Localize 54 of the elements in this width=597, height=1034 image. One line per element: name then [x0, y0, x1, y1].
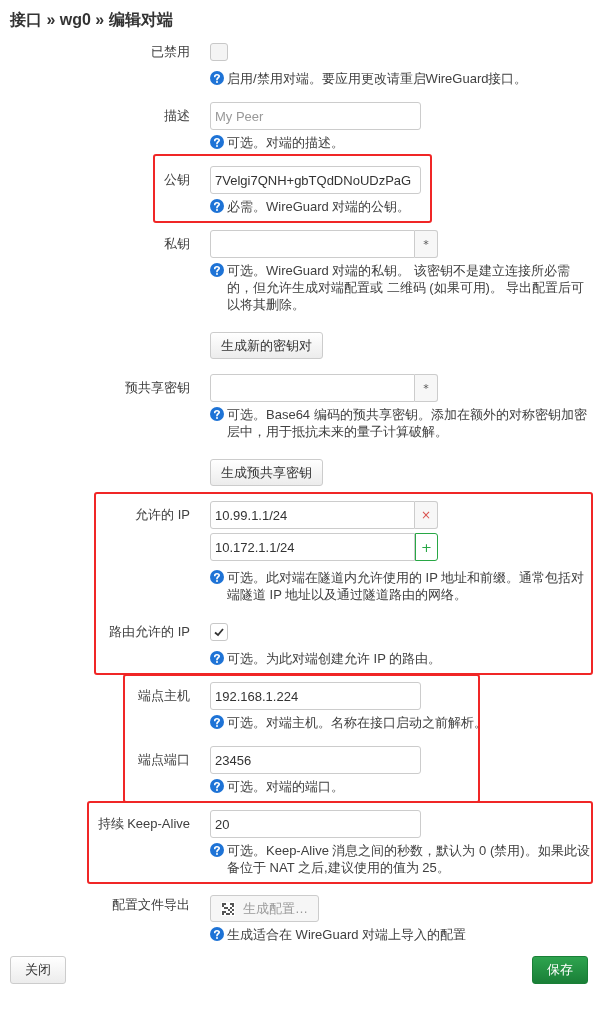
help-text: 可选。此对端在隧道内允许使用的 IP 地址和前缀。通常包括对端隧道 IP 地址以及通过隧道路由的网络。 — [227, 569, 586, 603]
input-field[interactable]: My Peer — [210, 102, 421, 130]
generate-button[interactable]: 生成新的密钥对 — [210, 332, 323, 359]
reveal-button[interactable]: * — [415, 230, 438, 258]
qr-code-icon — [221, 901, 235, 916]
help-icon — [210, 651, 224, 665]
help-text: 可选。WireGuard 对端的私钥。 该密钥不是建立连接所必需的，但允许生成对端配置或 二维码 (如果可用)。 导出配置后可以将其删除。 — [227, 262, 586, 313]
field-label: 已禁用 — [151, 44, 190, 59]
help-text: 必需。WireGuard 对端的公钥。 — [227, 198, 411, 215]
reveal-button[interactable]: * — [415, 374, 438, 402]
input-field[interactable]: 10.172.1.1/24 — [210, 533, 415, 561]
help-text: 可选。Base64 编码的预共享密钥。添加在额外的对称密钥加密层中，用于抵抗未来的量子计算破解。 — [227, 406, 588, 440]
field-label: 路由允许的 IP — [109, 624, 190, 639]
field-label: 描述 — [164, 108, 190, 123]
input-field[interactable]: 192.168.1.224 — [210, 682, 421, 710]
help-text: 可选。对端的描述。 — [227, 134, 344, 151]
field-label: 配置文件导出 — [112, 897, 190, 912]
checkbox[interactable] — [210, 623, 228, 641]
field-label: 公钥 — [164, 172, 190, 187]
remove-button[interactable]: × — [415, 501, 438, 529]
help-icon — [210, 927, 224, 941]
password-field[interactable] — [210, 374, 415, 402]
field-label: 允许的 IP — [135, 507, 190, 522]
close-button[interactable]: 关闭 — [10, 956, 66, 984]
help-icon — [210, 779, 224, 793]
field-label: 持续 Keep-Alive — [97, 816, 190, 831]
field-label: 端点端口 — [138, 752, 190, 767]
help-text: 可选。对端主机。名称在接口启动之前解析。 — [227, 714, 487, 731]
input-field[interactable]: 7Velgi7QNH+gbTQdDNoUDzPaG — [210, 166, 421, 194]
help-icon — [210, 715, 224, 729]
help-text: 启用/禁用对端。要应用更改请重启WireGuard接口。 — [227, 70, 528, 87]
help-icon — [210, 263, 224, 277]
help-text: 可选。为此对端创建允许 IP 的路由。 — [227, 650, 442, 667]
help-text: 可选。对端的端口。 — [227, 778, 344, 795]
input-field[interactable]: 20 — [210, 810, 421, 838]
page-title: 接口 » wg0 » 编辑对端 — [9, 10, 174, 30]
field-label: 端点主机 — [138, 688, 190, 703]
field-label: 私钥 — [164, 236, 190, 251]
help-icon — [210, 199, 224, 213]
field-label: 预共享密钥 — [125, 380, 190, 395]
input-field[interactable]: 23456 — [210, 746, 421, 774]
help-text: 生成适合在 WireGuard 对端上导入的配置 — [227, 926, 467, 943]
help-icon — [210, 407, 224, 421]
checkbox[interactable] — [210, 43, 228, 61]
checkmark-icon — [213, 626, 225, 638]
help-icon — [210, 843, 224, 857]
help-icon — [210, 71, 224, 85]
password-field[interactable] — [210, 230, 415, 258]
help-icon — [210, 570, 224, 584]
generate-button[interactable]: 生成预共享密钥 — [210, 459, 323, 486]
save-button[interactable]: 保存 — [532, 956, 588, 984]
input-field[interactable]: 10.99.1.1/24 — [210, 501, 415, 529]
help-text: 可选。Keep-Alive 消息之间的秒数，默认为 0 (禁用)。如果此设备位于 NAT 之后,建议使用的值为 25。 — [227, 842, 590, 876]
help-icon — [210, 135, 224, 149]
